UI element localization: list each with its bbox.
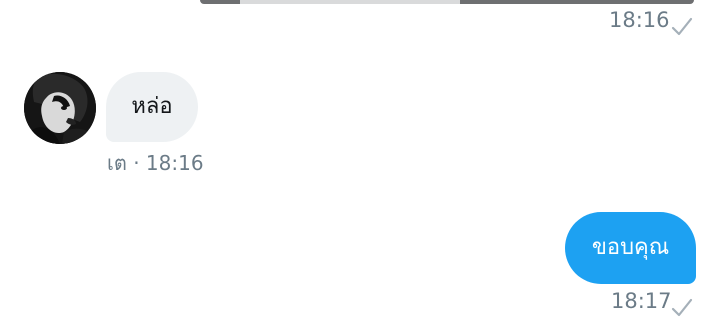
incoming-message-bubble[interactable]: หล่อ (106, 72, 198, 142)
media-highlight (240, 0, 460, 4)
incoming-message-text: หล่อ (131, 94, 173, 119)
incoming-message-meta: เต · 18:16 (107, 151, 204, 175)
message-timestamp: 18:16 (609, 8, 670, 32)
sender-name: เต (107, 151, 127, 175)
meta-separator: · (133, 151, 140, 175)
outgoing-message-timestamp: 18:17 (611, 289, 672, 313)
incoming-message-timestamp: 18:16 (145, 151, 204, 175)
checkmark-icon (671, 17, 693, 36)
outgoing-message-bubble[interactable]: ขอบคุณ (565, 212, 696, 284)
sender-avatar[interactable] (24, 72, 96, 144)
outgoing-message-text: ขอบคุณ (591, 235, 670, 260)
checkmark-icon (671, 298, 693, 317)
previous-media-attachment[interactable] (200, 0, 694, 4)
